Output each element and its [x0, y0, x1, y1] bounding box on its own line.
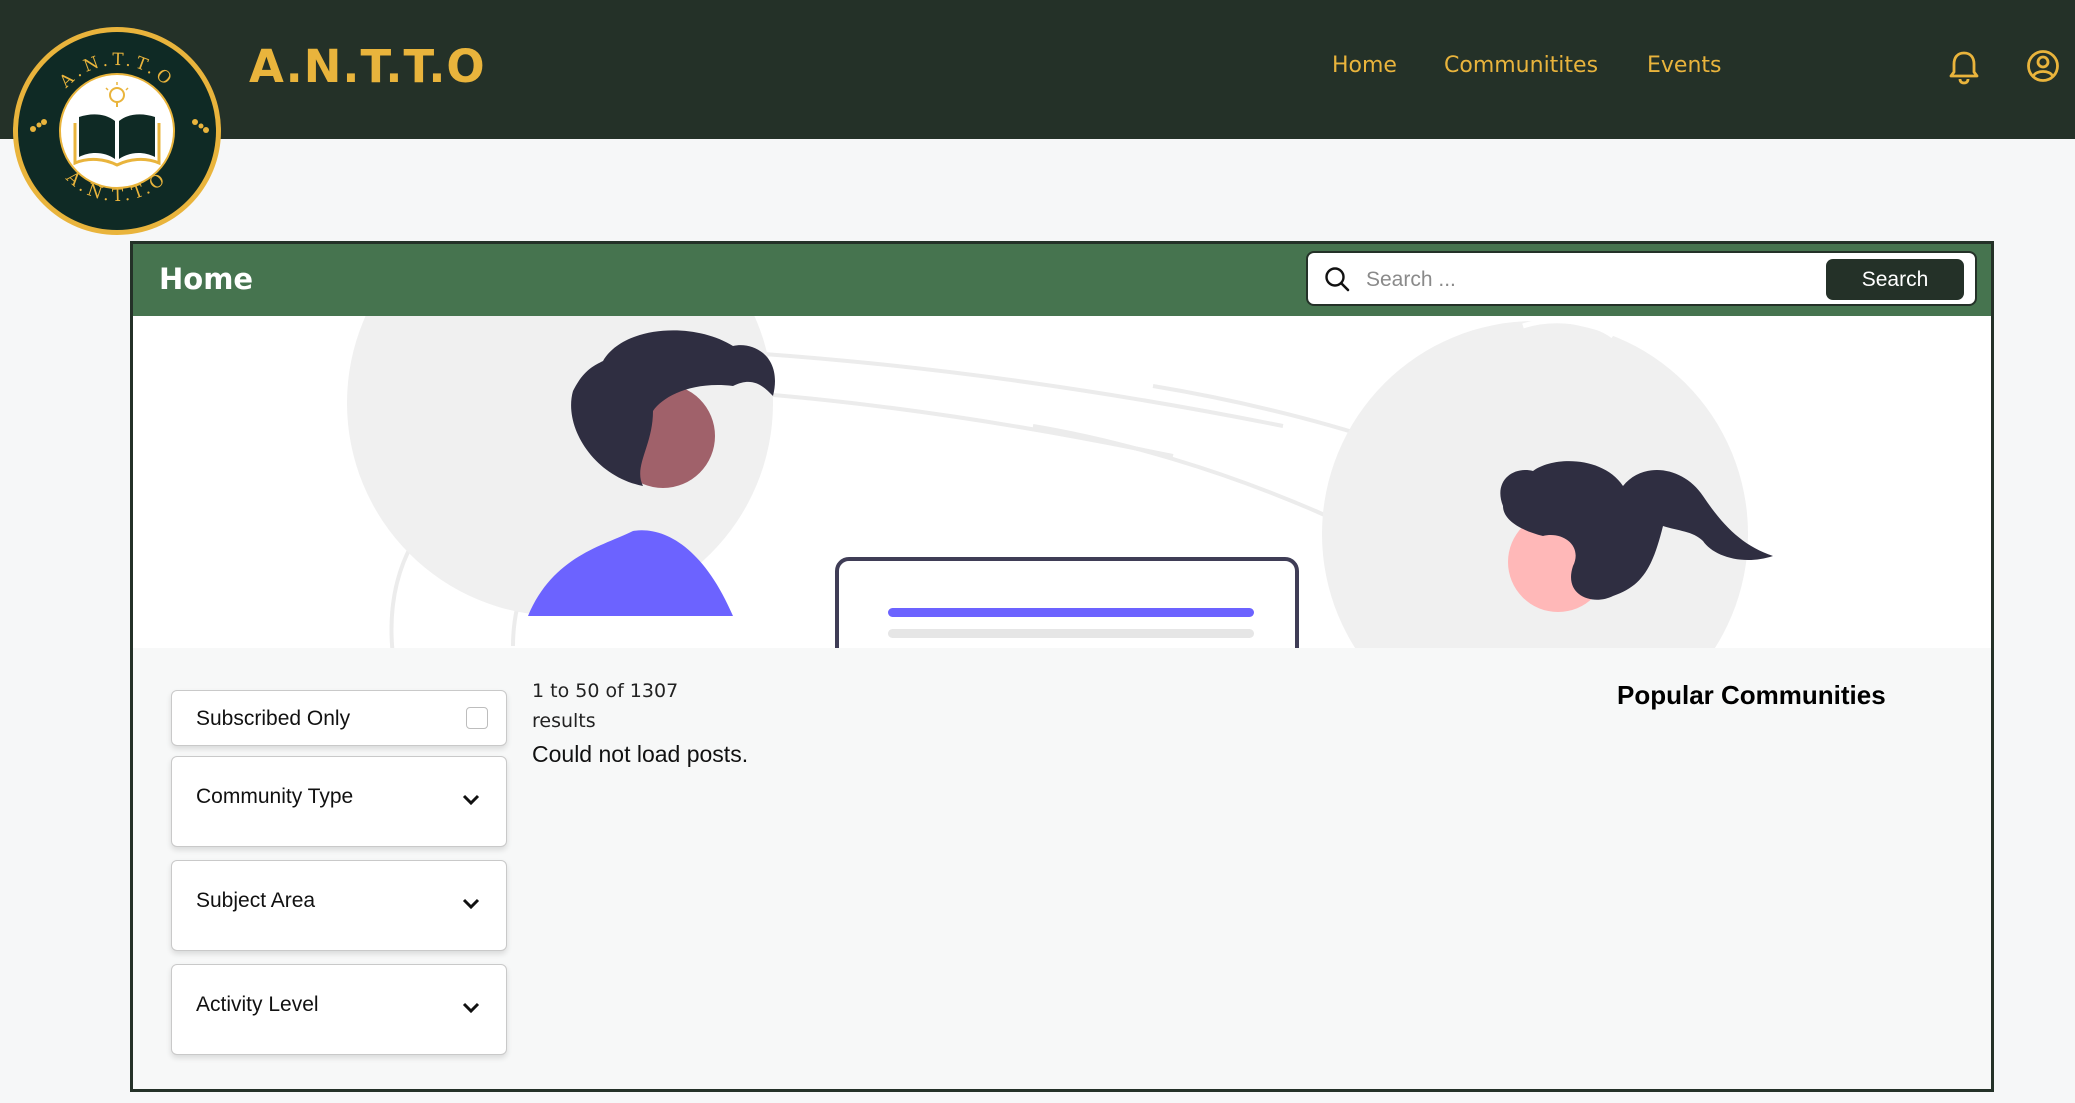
- error-message: Could not load posts.: [532, 741, 749, 767]
- nav-link-communities[interactable]: Communitites: [1444, 53, 1598, 78]
- chevron-down-icon: [462, 1001, 480, 1019]
- search-input[interactable]: [1364, 261, 1888, 299]
- community-type-label: Community Type: [196, 785, 354, 808]
- antto-logo[interactable]: A.N.T.T.O A.N.T.T.O: [11, 25, 223, 237]
- subject-area-label: Subject Area: [196, 889, 316, 912]
- panel-header: Home Search: [133, 244, 1991, 316]
- hero-illustration: [133, 316, 1991, 648]
- nav-link-events[interactable]: Events: [1647, 53, 1722, 78]
- home-panel: Home Search ... Search Subscribed Only C…: [130, 241, 1994, 1092]
- subject-area-filter[interactable]: Subject Area: [171, 860, 507, 951]
- community-type-filter[interactable]: Community Type: [171, 756, 507, 847]
- subscribed-only-filter[interactable]: Subscribed Only: [171, 690, 507, 746]
- popular-communities-title: Popular Communities: [1617, 680, 1886, 710]
- bell-icon[interactable]: [1948, 49, 1980, 90]
- chevron-down-icon: [462, 793, 480, 811]
- search-icon: [1324, 266, 1350, 297]
- results-count: 1 to 50 of 1307 results: [532, 680, 679, 732]
- search-button[interactable]: Search: [1826, 259, 1964, 300]
- activity-level-filter[interactable]: Activity Level: [171, 964, 507, 1055]
- brand-title[interactable]: A.N.T.T.O: [249, 40, 486, 93]
- activity-level-label: Activity Level: [196, 993, 319, 1016]
- nav-link-home[interactable]: Home: [1332, 53, 1397, 78]
- chevron-down-icon: [462, 897, 480, 915]
- user-circle-icon[interactable]: [2026, 49, 2060, 88]
- search-bar: Search: [1306, 251, 1977, 306]
- top-navbar: A.N.T.T.O Home Communitites Events: [0, 0, 2075, 139]
- subscribed-only-checkbox[interactable]: [466, 707, 488, 729]
- subscribed-only-label: Subscribed Only: [196, 707, 351, 730]
- page-title: Home: [159, 262, 254, 296]
